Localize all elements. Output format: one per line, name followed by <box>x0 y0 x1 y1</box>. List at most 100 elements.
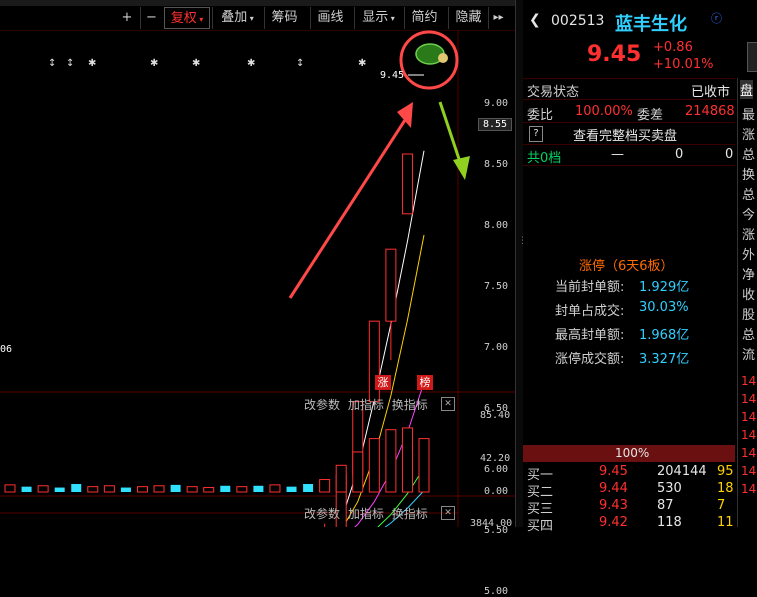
chevron-down-icon: ▾ <box>196 15 204 24</box>
close-icon[interactable]: ✕ <box>441 397 455 411</box>
side-number: 14 <box>741 428 757 442</box>
price-pct: +10.01% <box>653 57 714 72</box>
chevron-down-icon: ▾ <box>388 14 395 23</box>
green-arrow <box>438 101 464 169</box>
side-label: 总 <box>742 328 756 343</box>
svg-text:↕: ↕ <box>296 58 304 69</box>
close-icon-2[interactable]: ✕ <box>441 506 455 520</box>
volume-bar <box>401 427 413 493</box>
stat-label: 最高封单额: <box>555 328 625 343</box>
yincang-button[interactable]: 隐藏 <box>448 7 488 29</box>
y-tick: 7.50 <box>484 281 509 292</box>
svg-text:↕: ↕ <box>48 58 56 69</box>
weibi-value: 100.00% <box>575 104 633 119</box>
volume-bar <box>4 484 16 493</box>
volume-bar <box>368 438 380 493</box>
edit-params-button[interactable]: 改参数 <box>304 398 340 412</box>
bid-price: 9.42 <box>599 515 628 530</box>
bottom-value: 3844.00 <box>470 518 513 529</box>
dash-label: — <box>611 147 624 162</box>
candles <box>324 48 430 527</box>
red-arrowhead <box>397 102 413 128</box>
bid-count: 95 <box>717 464 734 479</box>
volume-bar <box>220 485 231 492</box>
volume-bar <box>103 485 115 493</box>
stat-label: 封单占成交: <box>555 304 625 319</box>
jianyue-button[interactable]: 简约 <box>404 7 444 29</box>
bid-price: 9.43 <box>599 498 628 513</box>
huaxian-button[interactable]: 画线 <box>310 7 350 29</box>
stock-name: 蓝丰生化 <box>615 14 687 35</box>
turtle-head-icon <box>438 53 448 63</box>
volume-bar <box>385 429 397 493</box>
zoom-in-button[interactable]: + <box>116 7 138 29</box>
side-number: 14 <box>741 482 757 496</box>
more-icon[interactable]: ▸▸ <box>488 7 508 29</box>
volume-bar <box>37 485 49 493</box>
side-number: 14 <box>741 464 757 478</box>
weicha-value: 214868 <box>685 104 735 119</box>
side-label: 收 <box>742 288 756 303</box>
volume-bar <box>236 486 248 493</box>
svg-text:✱: ✱ <box>192 58 200 69</box>
help-icon[interactable]: ? <box>529 126 543 142</box>
chouma-button[interactable]: 筹码 <box>264 7 304 29</box>
rong-icon[interactable]: ⓡ <box>711 10 722 26</box>
side-label: 涨 <box>742 128 756 143</box>
volume-bar <box>136 486 148 493</box>
side-label: 今 <box>742 208 756 223</box>
add-indicator-button-2[interactable]: 加指标 <box>348 507 384 521</box>
diejia-label: 叠加 <box>221 10 248 25</box>
bid-count: 11 <box>717 515 734 530</box>
volume-bar <box>120 487 131 492</box>
edit-params-button-2[interactable]: 改参数 <box>304 507 340 521</box>
add-indicator-button[interactable]: 加指标 <box>348 398 384 412</box>
green-arrowhead <box>453 156 470 180</box>
side-label: 净 <box>742 268 756 283</box>
switch-indicator-button-2[interactable]: 换指标 <box>392 507 428 521</box>
bid-volume: 530 <box>657 481 682 496</box>
event-markers: ↕ ↕ ✱ ✱ ✱ ✱ ↕ ✱ <box>48 58 366 69</box>
volume-bar <box>203 487 215 493</box>
side-column: 盘 最涨总换总今涨外净收股总流 14 14 14 14 14 14 14 <box>737 78 757 527</box>
y-tick: 7.00 <box>484 342 509 353</box>
volume-bar <box>303 483 314 492</box>
side-label: 流 <box>742 348 756 363</box>
stat-label: 当前封单额: <box>555 280 625 295</box>
side-number: 14 <box>741 446 757 460</box>
side-toggle-button[interactable] <box>747 42 757 72</box>
view-full-orderbook-link[interactable]: 查看完整档买卖盘 <box>573 125 677 144</box>
switch-indicator-button[interactable]: 换指标 <box>392 398 428 412</box>
chart-toolbar: + − 复权 ▾ 叠加 ▾ 筹码 画线 显示 ▾ 简约 隐藏 ▸▸ <box>0 7 520 29</box>
svg-text:↕: ↕ <box>66 58 74 69</box>
weicha-label: 委差 <box>637 108 664 123</box>
side-label: 外 <box>742 248 756 263</box>
side-tab[interactable]: 盘 <box>740 80 754 99</box>
candle <box>401 153 413 215</box>
bid-count: 18 <box>717 481 734 496</box>
side-label: 股 <box>742 308 756 323</box>
price-change: +0.86 <box>653 40 693 55</box>
side-number: 14 <box>741 374 757 388</box>
fuquan-dropdown[interactable]: 复权 ▾ <box>164 7 210 29</box>
kline-chart[interactable]: ↕ ↕ ✱ ✱ ✱ ✱ ↕ ✱ 9.45 06 9.00 8.50 8.00 7.50 7.00 6… <box>0 30 515 597</box>
chart-canvas[interactable]: ↕ ↕ ✱ ✱ ✱ ✱ ↕ ✱ 9.45 06 <box>0 30 515 527</box>
bid-count: 7 <box>717 498 726 513</box>
zhang-tag[interactable]: 涨 <box>375 375 391 390</box>
volume-bar <box>87 486 99 493</box>
side-number: 14 <box>741 410 757 424</box>
volume-bar <box>253 485 264 492</box>
prev-stock-icon[interactable]: ❮ <box>529 12 541 28</box>
chevron-down-icon: ▾ <box>247 14 254 23</box>
xianshi-dropdown[interactable]: 显示 ▾ <box>354 7 402 29</box>
zero-1: 0 <box>675 147 684 162</box>
stat-value: 30.03% <box>639 300 689 315</box>
zoom-out-button[interactable]: − <box>140 7 162 29</box>
y-tick: 8.00 <box>484 220 509 231</box>
svg-text:✱: ✱ <box>247 58 255 69</box>
y-tick: 9.00 <box>484 98 509 109</box>
bang-tag[interactable]: 榜 <box>417 375 433 390</box>
stat-label: 涨停成交额: <box>555 352 625 367</box>
diejia-dropdown[interactable]: 叠加 ▾ <box>212 7 262 29</box>
vol-tick-2: 42.20 <box>480 453 511 464</box>
